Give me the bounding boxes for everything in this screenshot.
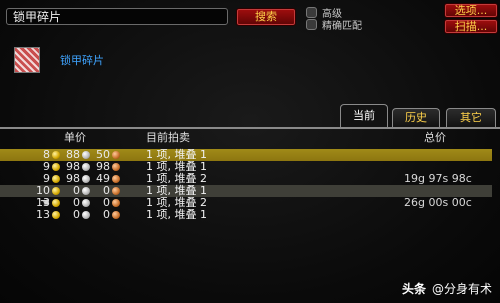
copper-coin-icon	[112, 163, 120, 171]
copper-coin-icon	[112, 199, 120, 207]
gold-coin-icon	[52, 175, 60, 183]
gold-coin-icon	[52, 151, 60, 159]
copper-coin-icon	[112, 175, 120, 183]
options-button[interactable]: 选项...	[444, 3, 498, 18]
copper-coin-icon	[112, 151, 120, 159]
tab-history[interactable]: 历史	[392, 108, 440, 128]
gold-coin-icon	[52, 211, 60, 219]
copper-coin-icon	[112, 187, 120, 195]
total-price: 26g 00s 00c	[404, 196, 472, 209]
chain-mail-fragment-icon[interactable]	[14, 47, 40, 73]
gold-coin-icon	[52, 187, 60, 195]
watermark-brand: 头条	[401, 282, 426, 296]
search-button[interactable]: 搜索	[236, 8, 296, 26]
exact-match-label: 精确匹配	[322, 21, 362, 32]
exact-match-option[interactable]: 精确匹配	[306, 17, 362, 32]
gold-coin-icon	[52, 163, 60, 171]
auction-count: 1 项, 堆叠 1	[146, 208, 207, 221]
silver-coin-icon	[82, 211, 90, 219]
unit-price: 13 0 0	[36, 209, 120, 221]
hand-cursor-icon: ☚	[40, 196, 50, 209]
silver-coin-icon	[82, 199, 90, 207]
auction-row[interactable]: 13 0 0 1 项, 堆叠 1	[0, 209, 492, 221]
scan-button[interactable]: 扫描...	[444, 19, 498, 34]
tab-current[interactable]: 当前	[340, 104, 388, 128]
silver-coin-icon	[82, 163, 90, 171]
silver-coin-icon	[82, 151, 90, 159]
auction-window: 锁甲碎片 搜索 高级 精确匹配 选项... 扫描... 锁甲碎片 当前 历史 其…	[0, 0, 500, 303]
silver-amount: 0	[73, 208, 80, 221]
search-input[interactable]: 锁甲碎片	[6, 8, 228, 25]
total-price: 19g 97s 98c	[404, 172, 472, 185]
watermark: 头条 @分身有术	[402, 280, 492, 297]
silver-coin-icon	[82, 187, 90, 195]
exact-match-checkbox[interactable]	[306, 19, 317, 30]
copper-amount: 0	[103, 208, 110, 221]
item-name[interactable]: 锁甲碎片	[60, 52, 104, 68]
column-total-price[interactable]: 总价	[424, 129, 446, 145]
column-current-auctions[interactable]: 目前拍卖	[146, 129, 190, 145]
gold-amount: 13	[36, 208, 50, 221]
copper-coin-icon	[112, 211, 120, 219]
watermark-account: @分身有术	[431, 282, 492, 296]
column-unit-price[interactable]: 单价	[64, 129, 86, 145]
silver-coin-icon	[82, 175, 90, 183]
tab-other[interactable]: 其它	[446, 108, 496, 128]
